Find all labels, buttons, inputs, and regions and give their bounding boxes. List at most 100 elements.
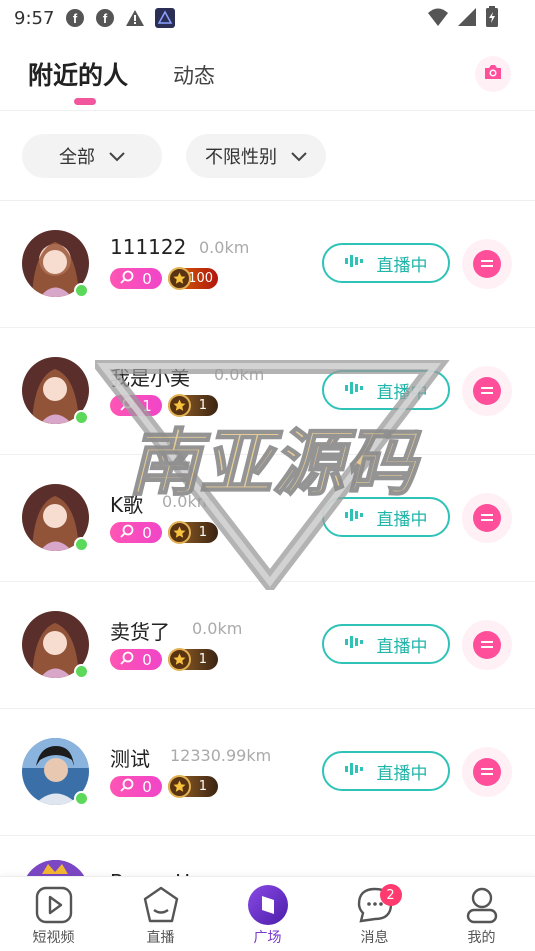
online-status-dot — [74, 537, 89, 552]
audio-wave-icon — [344, 253, 363, 273]
online-status-dot — [74, 791, 89, 806]
live-label: 直播中 — [376, 382, 428, 403]
nearby-user-list: 111122 0.0km 0 100 直播中 我是小美 0.0km 1 1 直播… — [0, 201, 535, 896]
chevron-down-icon — [291, 146, 307, 167]
tab-active-indicator — [74, 98, 96, 105]
facebook-icon: f — [64, 7, 86, 29]
user-name: 111122 — [110, 235, 187, 259]
profile-icon — [461, 884, 503, 926]
like-count: 0 — [142, 269, 152, 288]
like-count: 0 — [142, 650, 152, 669]
user-row[interactable]: 我是小美 0.0km 1 1 直播中 — [0, 328, 535, 455]
audio-wave-icon — [344, 380, 363, 400]
audio-wave-icon — [344, 634, 363, 654]
chevron-down-icon — [109, 146, 125, 167]
like-badge: 0 — [110, 522, 162, 543]
tab-nearby[interactable]: 附近的人 — [28, 56, 128, 92]
chat-icon — [473, 631, 501, 659]
level-value: 1 — [198, 779, 207, 794]
warning-icon — [124, 7, 146, 29]
level-badge: 1 — [168, 648, 218, 671]
star-icon — [168, 394, 191, 417]
svg-text:f: f — [73, 11, 78, 26]
chat-button[interactable] — [462, 366, 512, 416]
tab-messages[interactable]: 2 消息 — [321, 877, 428, 951]
audio-wave-icon — [344, 507, 363, 527]
user-row[interactable]: 卖货了 0.0km 0 1 直播中 — [0, 582, 535, 709]
level-badge: 100 — [168, 267, 218, 290]
user-distance: 12330.99km — [170, 746, 272, 765]
unread-badge: 2 — [379, 884, 402, 906]
chat-button[interactable] — [462, 239, 512, 289]
chat-button[interactable] — [462, 747, 512, 797]
level-value: 1 — [198, 652, 207, 667]
live-status-button[interactable]: 直播中 — [322, 370, 450, 410]
user-row[interactable]: 测试 12330.99km 0 1 直播中 — [0, 709, 535, 836]
status-bar: 9:57 f f — [0, 0, 535, 36]
user-distance: 0.0km — [199, 238, 250, 257]
app-icon — [154, 7, 176, 29]
filter-all-label: 全部 — [59, 147, 95, 168]
like-icon — [120, 524, 134, 542]
tab-moments[interactable]: 动态 — [173, 60, 215, 90]
square-compass-icon — [247, 884, 289, 926]
svg-text:f: f — [103, 11, 108, 26]
bottom-tab-bar: 短视频 直播 广场 2 消息 我的 — [0, 876, 535, 951]
user-row[interactable]: 111122 0.0km 0 100 直播中 — [0, 201, 535, 328]
user-distance: 0.0km — [162, 492, 213, 511]
camera-icon — [483, 63, 503, 85]
wifi-icon — [427, 7, 449, 31]
star-icon — [168, 775, 191, 798]
level-value: 1 — [198, 525, 207, 540]
live-label: 直播中 — [376, 509, 428, 530]
like-count: 0 — [142, 523, 152, 542]
live-status-button[interactable]: 直播中 — [322, 497, 450, 537]
header: 附近的人 动态 — [0, 40, 535, 110]
live-label: 直播中 — [376, 255, 428, 276]
like-count: 0 — [142, 777, 152, 796]
user-row[interactable]: K歌 0.0km 0 1 直播中 — [0, 455, 535, 582]
message-bubble-icon: 2 — [354, 884, 402, 926]
tab-label: 短视频 — [32, 930, 75, 946]
chat-icon — [473, 250, 501, 278]
chat-button[interactable] — [462, 493, 512, 543]
filter-gender-dropdown[interactable]: 不限性别 — [186, 134, 326, 178]
chat-icon — [473, 758, 501, 786]
like-badge: 0 — [110, 776, 162, 797]
tab-profile[interactable]: 我的 — [428, 877, 535, 951]
user-name: K歌 — [110, 493, 144, 517]
tab-square[interactable]: 广场 — [214, 877, 321, 951]
live-status-button[interactable]: 直播中 — [322, 751, 450, 791]
chat-icon — [473, 504, 501, 532]
audio-wave-icon — [344, 761, 363, 781]
like-icon — [120, 778, 134, 796]
star-icon — [168, 521, 191, 544]
live-status-button[interactable]: 直播中 — [322, 624, 450, 664]
live-face-icon — [140, 884, 182, 926]
like-badge: 0 — [110, 268, 162, 289]
tab-live[interactable]: 直播 — [107, 877, 214, 951]
like-count: 1 — [142, 396, 152, 415]
user-distance: 0.0km — [192, 619, 243, 638]
like-icon — [120, 397, 134, 415]
filter-all-dropdown[interactable]: 全部 — [22, 134, 162, 178]
battery-icon — [485, 6, 499, 32]
tab-short-video[interactable]: 短视频 — [0, 877, 107, 951]
signal-icon — [457, 7, 477, 31]
user-name: 卖货了 — [110, 620, 170, 644]
status-time: 9:57 — [14, 7, 55, 29]
facebook-icon: f — [94, 7, 116, 29]
online-status-dot — [74, 283, 89, 298]
level-value: 1 — [198, 398, 207, 413]
level-value: 100 — [188, 271, 213, 286]
like-badge: 0 — [110, 649, 162, 670]
chat-button[interactable] — [462, 620, 512, 670]
live-status-button[interactable]: 直播中 — [322, 243, 450, 283]
user-name: 我是小美 — [110, 366, 190, 390]
level-badge: 1 — [168, 521, 218, 544]
online-status-dot — [74, 664, 89, 679]
camera-button[interactable] — [475, 56, 511, 92]
filter-gender-label: 不限性别 — [205, 147, 277, 168]
live-label: 直播中 — [376, 636, 428, 657]
user-distance: 0.0km — [214, 365, 265, 384]
